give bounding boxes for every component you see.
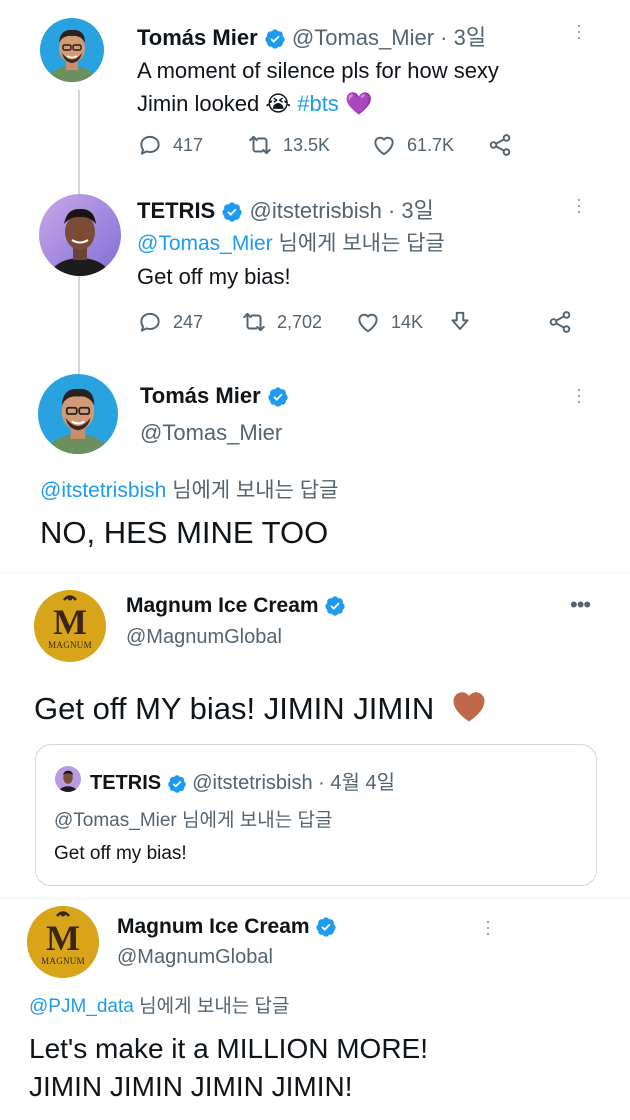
verified-icon bbox=[324, 595, 346, 617]
reply-to-handle[interactable]: @PJM_data bbox=[29, 996, 134, 1017]
bts-hashtag-emoji: 💜 bbox=[344, 91, 373, 116]
quote-time: · 4월 4일 bbox=[318, 772, 395, 794]
verified-icon bbox=[267, 386, 289, 408]
tweet-4-text: Get off MY bias! JIMIN JIMIN bbox=[34, 691, 435, 726]
more-options-icon[interactable]: · · · bbox=[484, 912, 492, 942]
tweet-1-time[interactable]: · 3일 bbox=[440, 25, 486, 50]
tweet-4-handle[interactable]: @MagnumGlobal bbox=[126, 626, 282, 649]
tomas-avatar[interactable] bbox=[40, 18, 104, 82]
tweet-2-actions: 247 2,702 14K bbox=[137, 309, 583, 335]
magnum-avatar[interactable]: M MAGNUM bbox=[34, 590, 106, 662]
tweet-1-text-line2: Jimin looked 😭 bbox=[137, 91, 298, 116]
tetris-avatar[interactable] bbox=[39, 194, 121, 276]
quote-text: Get off my bias! bbox=[54, 843, 187, 864]
share-button[interactable] bbox=[547, 309, 583, 335]
reply-to-suffix: 님에게 보내는 답글 bbox=[166, 479, 339, 502]
like-count: 61.7K bbox=[407, 134, 455, 155]
magnum-logo-letter: M bbox=[46, 918, 80, 958]
like-button[interactable]: 61.7K bbox=[371, 132, 487, 158]
more-options-icon[interactable]: ••• bbox=[570, 592, 591, 618]
magnum-avatar[interactable]: M MAGNUM bbox=[27, 906, 99, 978]
divider bbox=[0, 898, 630, 899]
magnum-logo-letter: M bbox=[53, 602, 87, 642]
more-options-icon[interactable]: · · · bbox=[575, 380, 583, 410]
tweet-2-reply-context: @Tomas_Mier 님에게 보내는 답글 bbox=[137, 227, 445, 257]
verified-icon bbox=[167, 774, 187, 794]
reply-to-suffix: 님에게 보내는 답글 bbox=[133, 996, 290, 1017]
tweet-3-reply-context: @itstetrisbish 님에게 보내는 답글 bbox=[40, 474, 338, 504]
tweet-5-text: Let's make it a MILLION MORE! JIMIN JIMI… bbox=[29, 1030, 428, 1106]
quote-name: TETRIS bbox=[90, 772, 162, 794]
download-icon bbox=[447, 309, 473, 335]
download-button[interactable] bbox=[447, 309, 547, 335]
tweet-2-text: Get off my bias! bbox=[137, 264, 291, 289]
reply-to-handle[interactable]: @itstetrisbish bbox=[40, 479, 166, 502]
retweet-button[interactable]: 13.5K bbox=[247, 132, 371, 158]
tetris-avatar-small bbox=[55, 766, 81, 792]
reply-icon bbox=[137, 309, 163, 335]
reply-to-suffix: 님에게 보내는 답글 bbox=[176, 810, 333, 831]
tomas-avatar[interactable] bbox=[38, 374, 118, 454]
verified-icon bbox=[264, 28, 286, 50]
reply-button[interactable]: 247 bbox=[137, 309, 241, 335]
more-options-icon[interactable]: · · · bbox=[575, 190, 583, 220]
heart-emoji-icon bbox=[453, 692, 485, 722]
magnum-logo-word: MAGNUM bbox=[41, 956, 85, 966]
share-icon bbox=[547, 309, 573, 335]
reply-to-handle: @Tomas_Mier bbox=[54, 810, 177, 831]
retweet-count: 13.5K bbox=[283, 134, 331, 155]
tweet-1-name[interactable]: Tomás Mier bbox=[137, 25, 258, 50]
tweet-5-text-line1: Let's make it a MILLION MORE! bbox=[29, 1033, 429, 1064]
tweet-4-text-row: Get off MY bias! JIMIN JIMIN bbox=[34, 689, 489, 727]
share-button[interactable] bbox=[487, 132, 523, 158]
verified-icon bbox=[315, 916, 337, 938]
tweet-4-name[interactable]: Magnum Ice Cream bbox=[126, 594, 319, 617]
retweet-count: 2,702 bbox=[277, 311, 323, 332]
tweet-2-time[interactable]: · 3일 bbox=[388, 198, 434, 223]
tweet-5-handle[interactable]: @MagnumGlobal bbox=[117, 946, 273, 969]
like-button[interactable]: 14K bbox=[355, 309, 447, 335]
tweet-5-text-line2: JIMIN JIMIN JIMIN JIMIN! bbox=[29, 1071, 353, 1102]
retweet-button[interactable]: 2,702 bbox=[241, 309, 355, 335]
magnum-logo-word: MAGNUM bbox=[48, 640, 92, 650]
heart-icon bbox=[355, 309, 381, 335]
tweet-2-handle[interactable]: @itstetrisbish bbox=[249, 198, 381, 223]
tweet-3-text: NO, HES MINE TOO bbox=[40, 515, 329, 550]
hashtag-bts[interactable]: #bts bbox=[297, 91, 339, 116]
reply-icon bbox=[137, 132, 163, 158]
reply-count: 247 bbox=[173, 311, 204, 332]
retweet-icon bbox=[247, 132, 273, 158]
reply-button[interactable]: 417 bbox=[137, 132, 247, 158]
quoted-tweet[interactable]: TETRIS @itstetrisbish · 4월 4일 @Tomas_Mie… bbox=[35, 744, 597, 886]
heart-icon bbox=[371, 132, 397, 158]
reply-to-suffix: 님에게 보내는 답글 bbox=[272, 232, 445, 255]
divider bbox=[0, 572, 630, 573]
tweet-1-text: A moment of silence pls for how sexy Jim… bbox=[137, 54, 597, 120]
tweet-1-actions: 417 13.5K 61.7K bbox=[137, 132, 523, 158]
tweet-2-name[interactable]: TETRIS bbox=[137, 198, 215, 223]
tweet-5-name[interactable]: Magnum Ice Cream bbox=[117, 915, 310, 938]
quote-reply-context: @Tomas_Mier 님에게 보내는 답글 bbox=[54, 805, 332, 832]
more-options-icon[interactable]: · · · bbox=[575, 16, 583, 46]
reply-count: 417 bbox=[173, 134, 204, 155]
reply-to-handle[interactable]: @Tomas_Mier bbox=[137, 232, 273, 255]
verified-icon bbox=[221, 201, 243, 223]
quote-handle: @itstetrisbish bbox=[192, 772, 313, 794]
share-icon bbox=[487, 132, 513, 158]
tweet-1-text-line1: A moment of silence pls for how sexy bbox=[137, 58, 499, 83]
like-count: 14K bbox=[391, 311, 424, 332]
tweet-3-name[interactable]: Tomás Mier bbox=[140, 383, 261, 408]
tweet-5-reply-context: @PJM_data 님에게 보내는 답글 bbox=[29, 991, 290, 1018]
tweet-1-handle[interactable]: @Tomas_Mier bbox=[292, 25, 434, 50]
tweet-3-handle[interactable]: @Tomas_Mier bbox=[140, 420, 282, 446]
retweet-icon bbox=[241, 309, 267, 335]
